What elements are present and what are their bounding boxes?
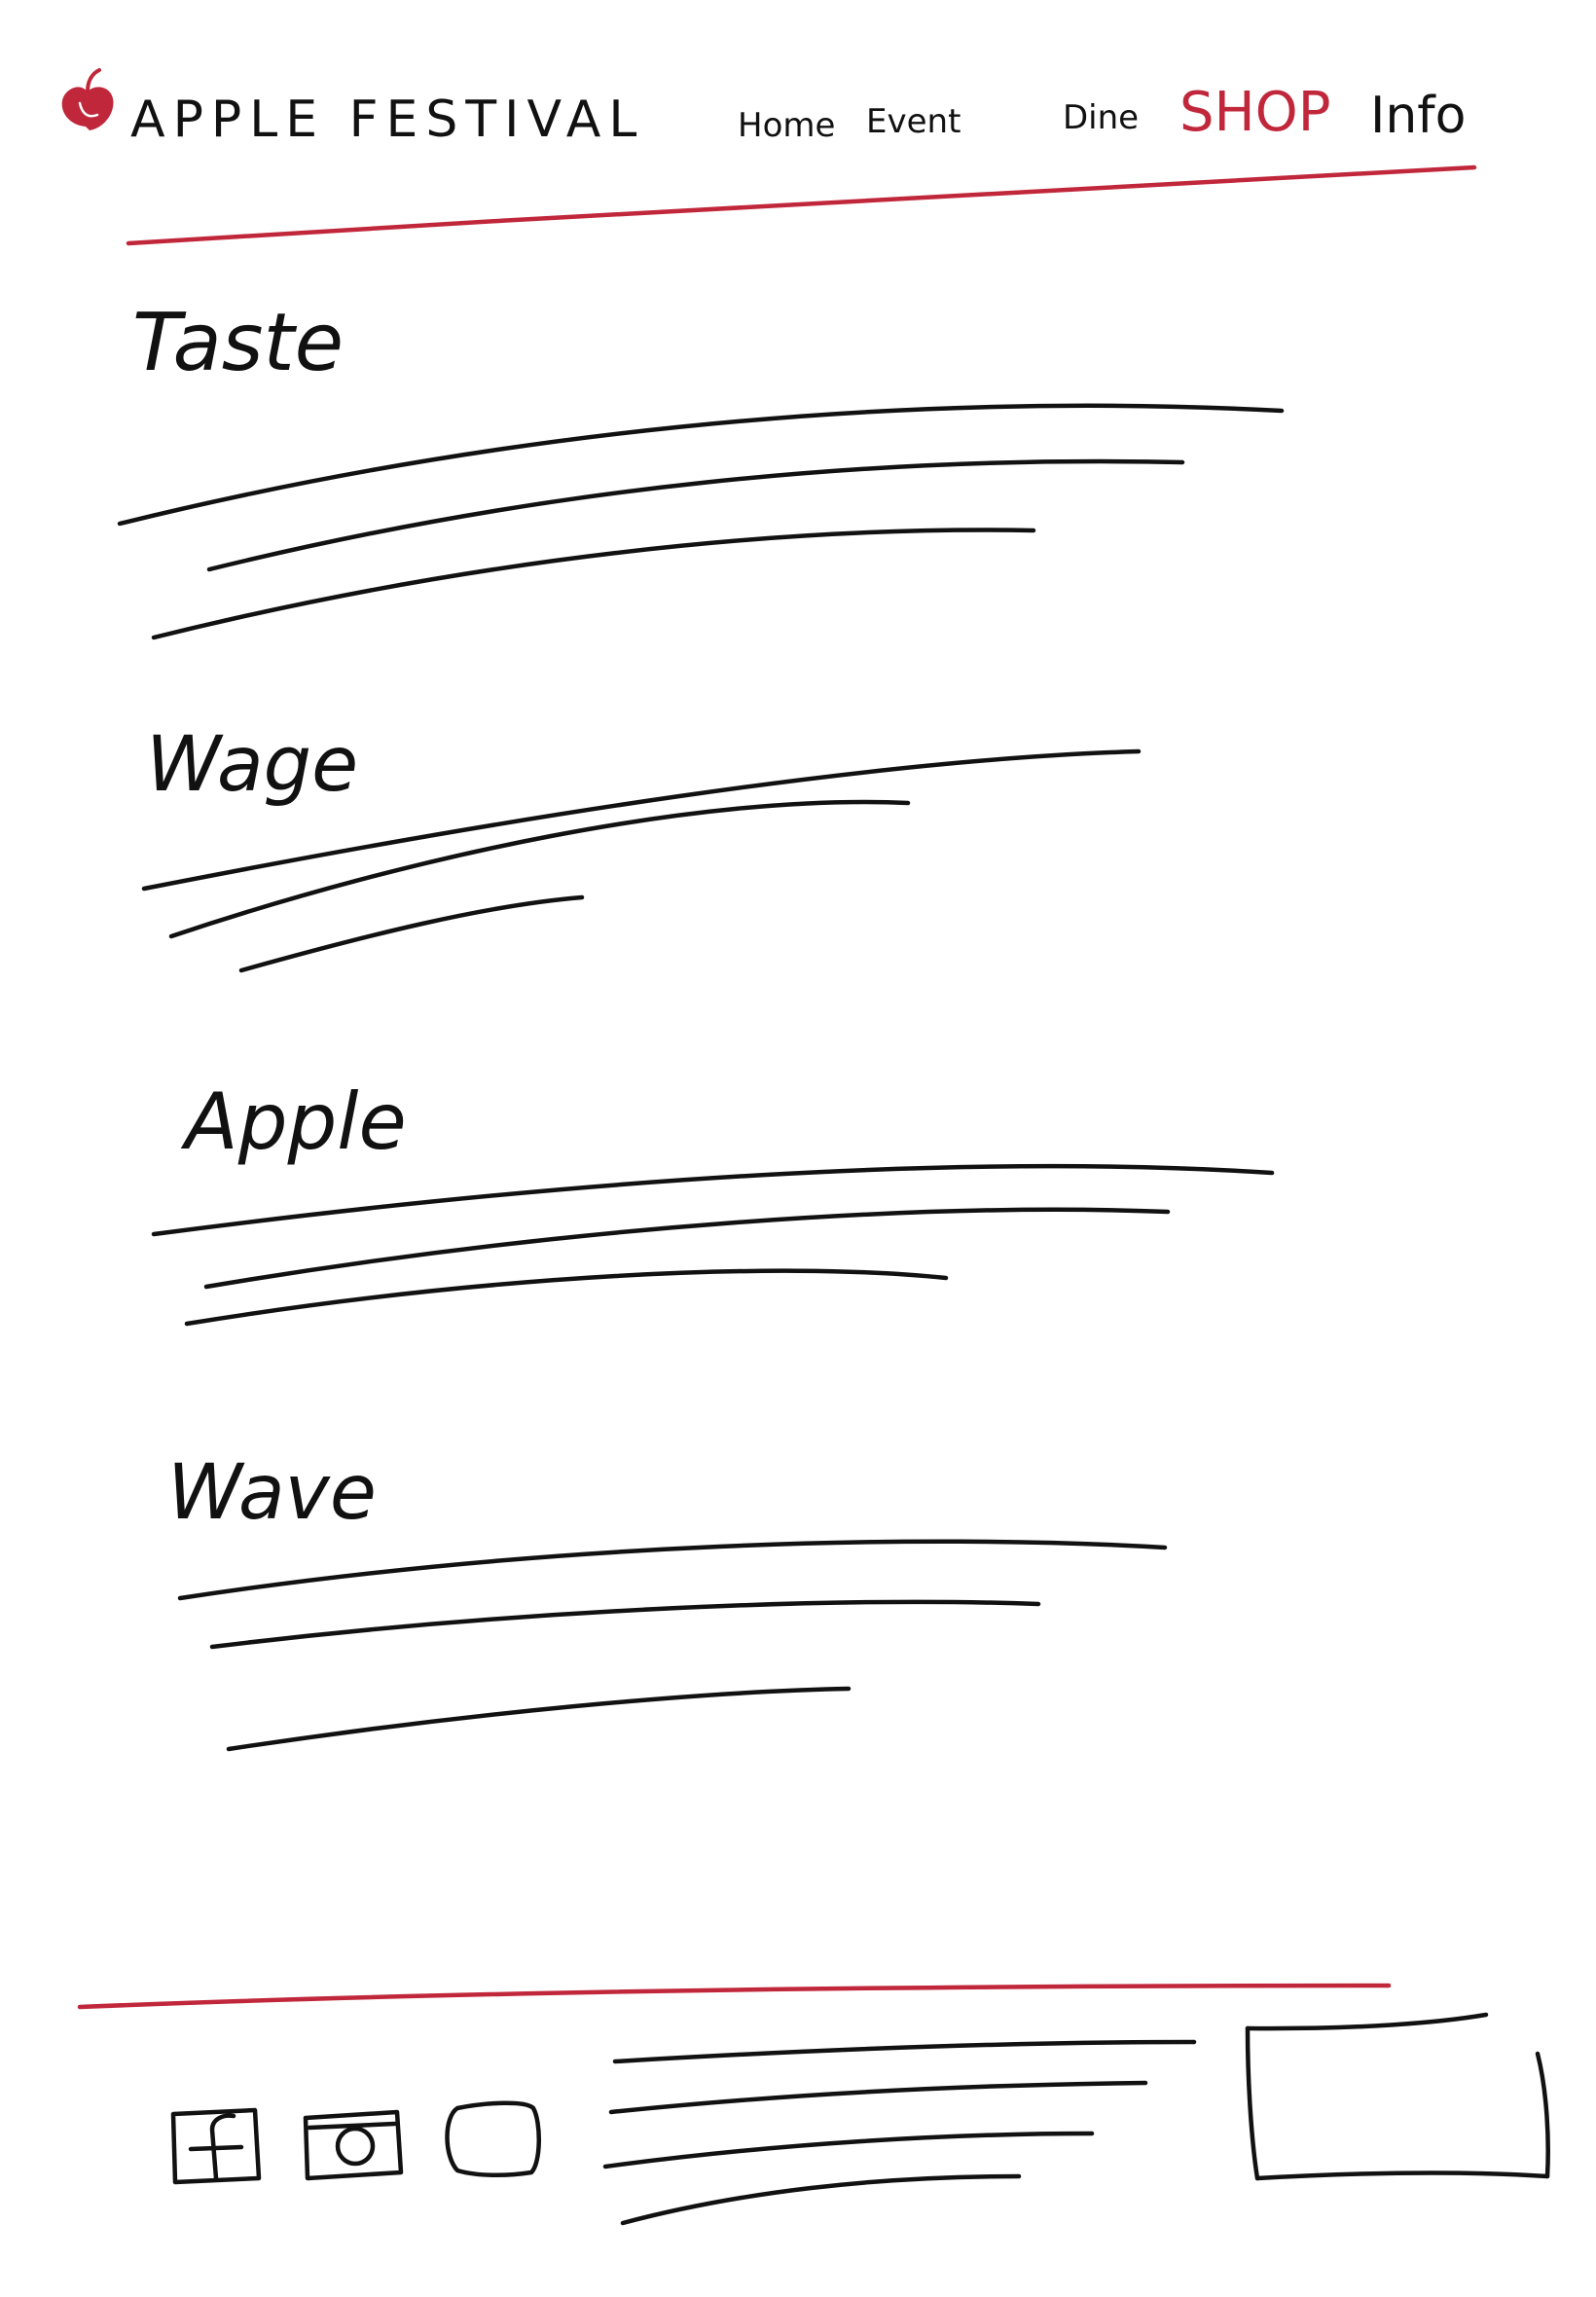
- nav-info[interactable]: Info: [1370, 87, 1466, 145]
- text-placeholder-lines: [117, 403, 1285, 640]
- site-header: APPLE FESTIVAL Home Event Dine SHOP Info: [61, 68, 1477, 246]
- section-heading: Wave: [167, 1449, 377, 1537]
- apple-logo-icon[interactable]: [61, 68, 114, 130]
- nav-event[interactable]: Event: [866, 102, 961, 141]
- header-divider: [126, 164, 1477, 246]
- text-placeholder-lines: [151, 1163, 1275, 1327]
- nav-dine[interactable]: Dine: [1063, 98, 1139, 137]
- footer-image-placeholder[interactable]: [1245, 2012, 1550, 2181]
- chat-icon[interactable]: [445, 2100, 541, 2178]
- content-section: Wage: [141, 721, 1142, 973]
- nav-home[interactable]: Home: [738, 106, 835, 145]
- instagram-icon[interactable]: [303, 2109, 404, 2181]
- content-section: Wave: [167, 1449, 1168, 1752]
- footer-text-lines: [602, 2039, 1197, 2226]
- content-section: Taste: [117, 297, 1285, 640]
- section-heading: Apple: [180, 1076, 407, 1167]
- section-heading: Wage: [146, 721, 358, 809]
- site-footer: [77, 1983, 1550, 2226]
- content-section: Apple: [151, 1076, 1275, 1327]
- brand-name[interactable]: APPLE FESTIVAL: [130, 91, 644, 149]
- section-heading: Taste: [132, 297, 344, 389]
- footer-divider: [77, 1983, 1392, 2010]
- facebook-icon[interactable]: [170, 2107, 262, 2185]
- nav-shop-active[interactable]: SHOP: [1179, 81, 1331, 144]
- wireframe-sketch: APPLE FESTIVAL Home Event Dine SHOP Info…: [61, 68, 1550, 2226]
- text-placeholder-lines: [177, 1539, 1168, 1752]
